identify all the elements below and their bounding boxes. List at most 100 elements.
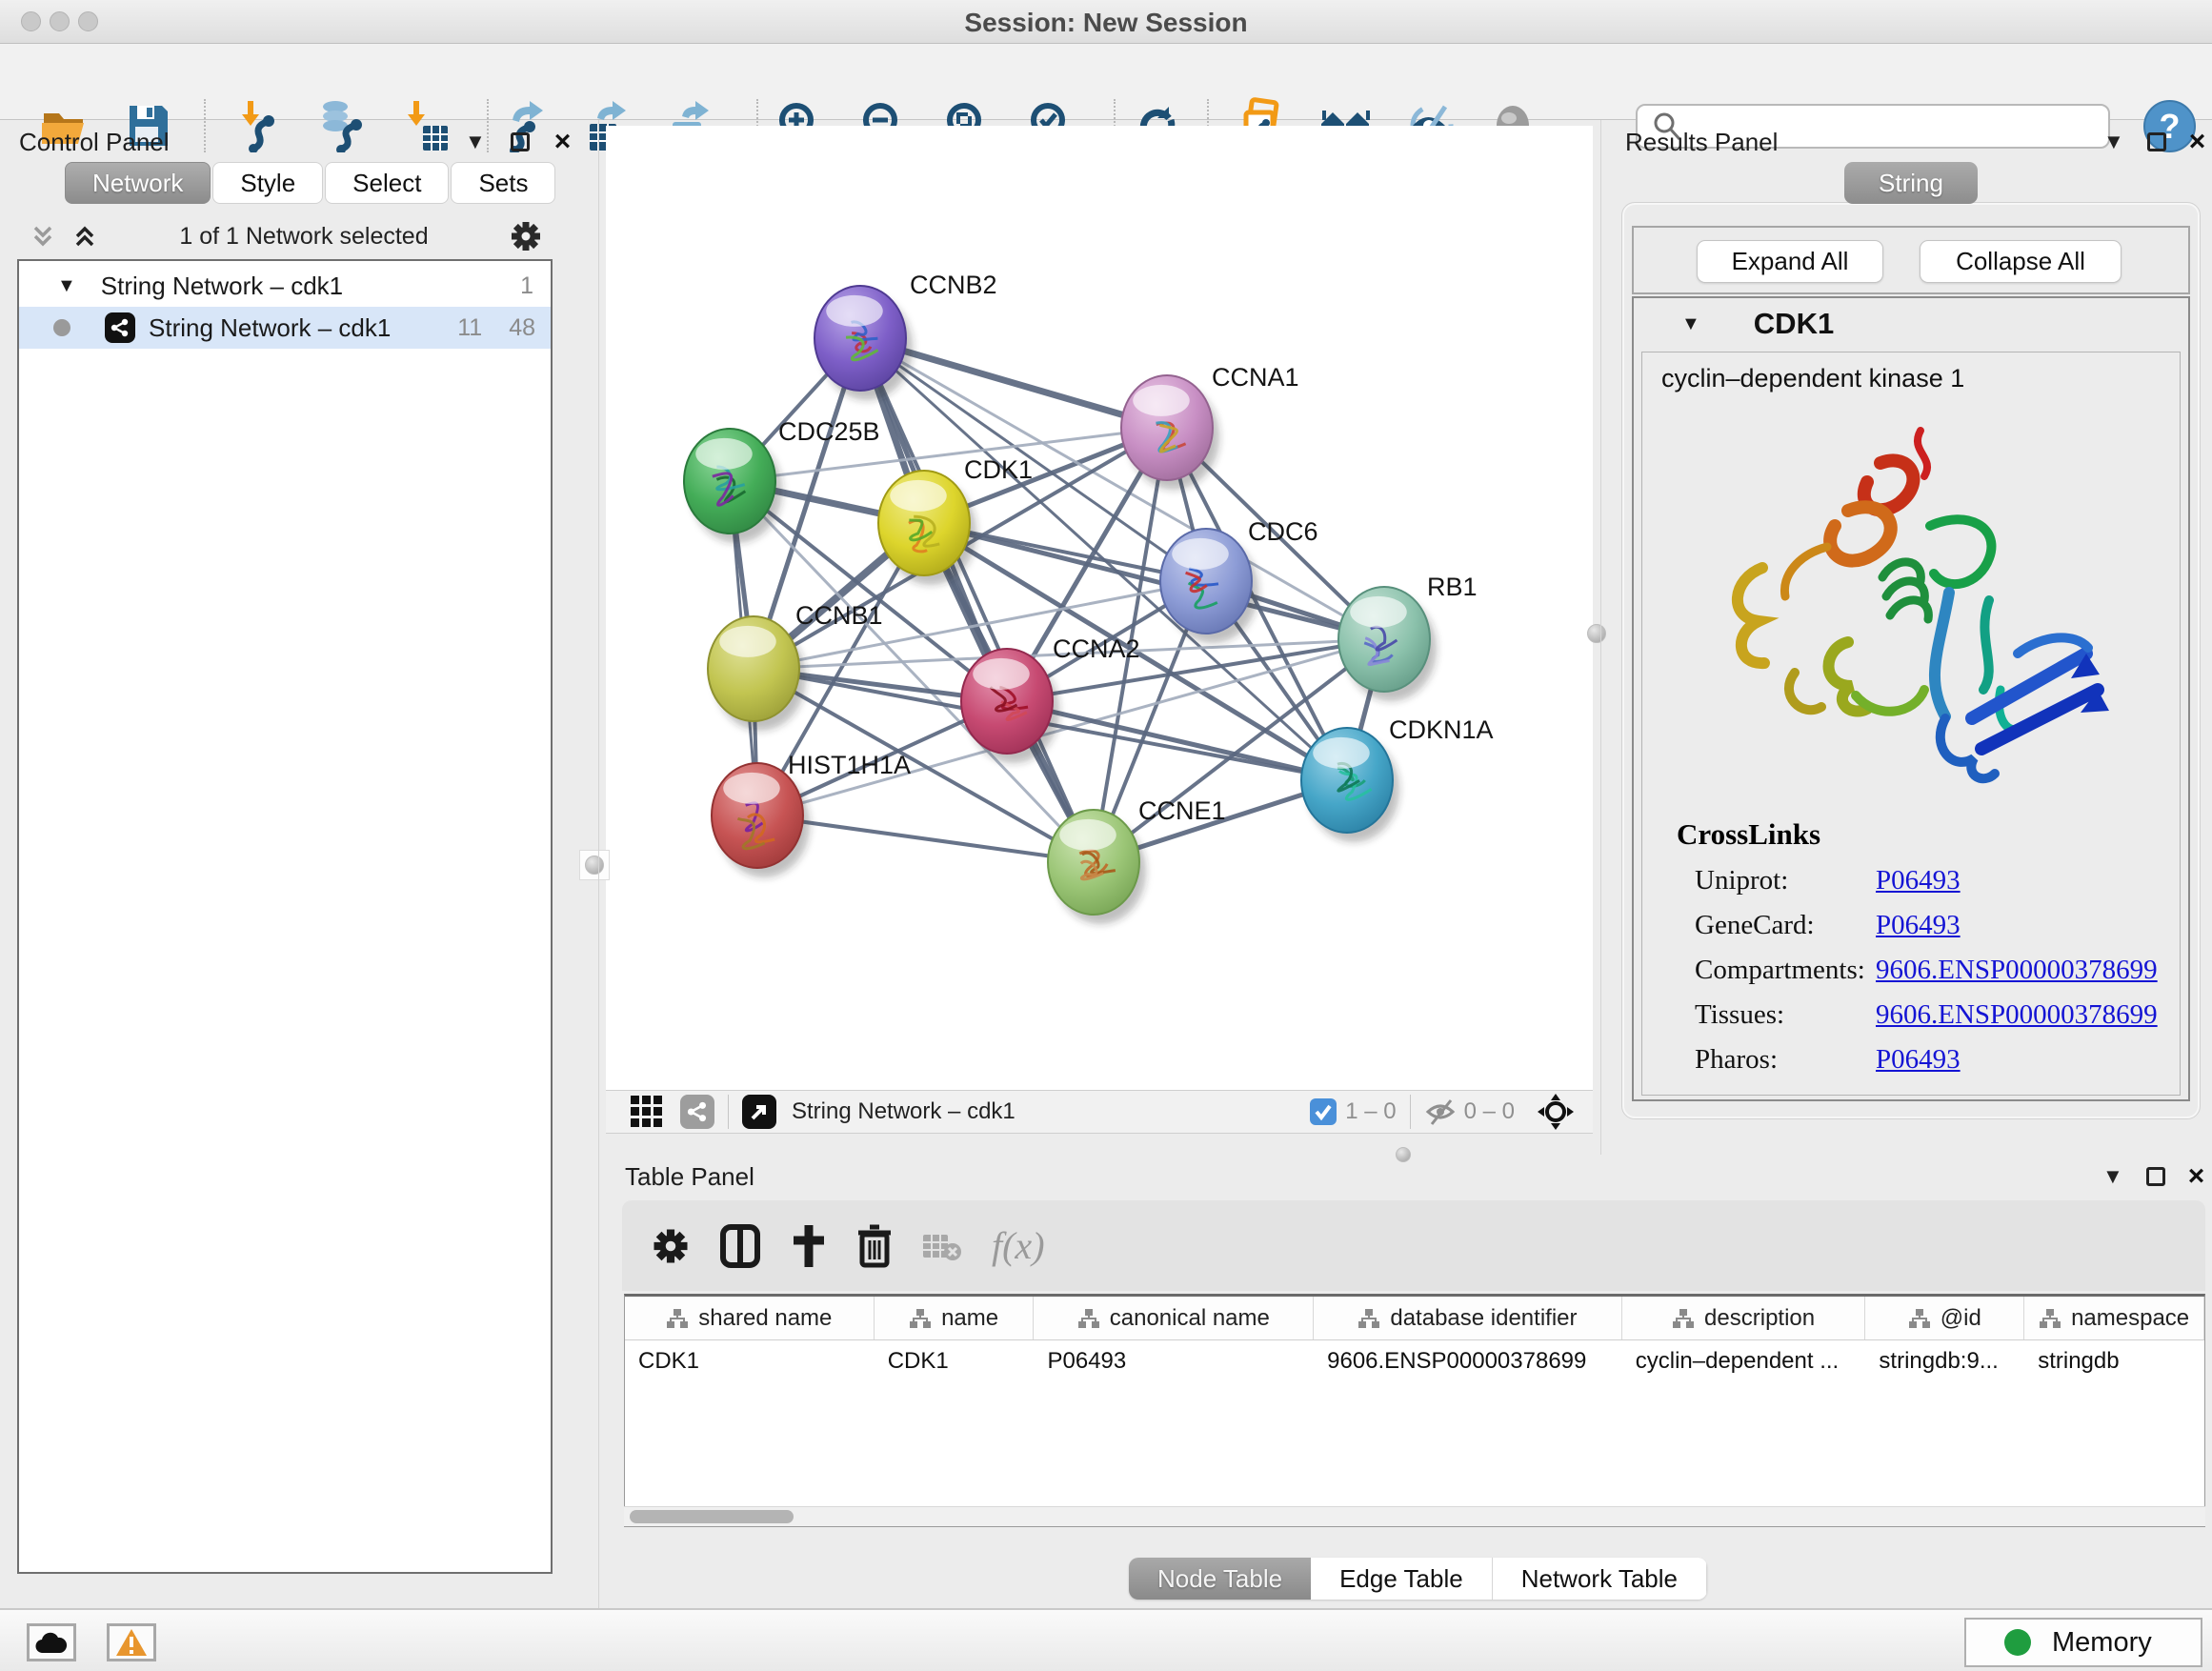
tree-expander-icon[interactable]: ▼ [57,275,76,297]
expand-all-button[interactable]: Expand All [1697,240,1883,283]
vertical-splitter[interactable] [598,120,599,1608]
vertical-splitter[interactable] [1600,120,1601,1155]
results-panel: Results Panel ▼ × String Expand All Coll… [1610,120,2212,1155]
table-type-tabs: Node TableEdge TableNetwork Table [1129,1558,1707,1600]
table-cell[interactable]: stringdb:9... [1865,1340,2024,1382]
column-header-canonical-name[interactable]: canonical name [1034,1297,1314,1339]
table-cell[interactable]: cyclin–dependent ... [1622,1340,1866,1382]
network-row[interactable]: String Network – cdk1 11 48 [19,307,551,349]
crosslink-link[interactable]: 9606.ENSP00000378699 [1876,999,2158,1031]
scrollbar-thumb[interactable] [630,1510,794,1523]
table-panel-menu-icon[interactable]: ▼ [2102,1164,2123,1189]
tab-node-table[interactable]: Node Table [1129,1558,1311,1600]
tab-string[interactable]: String [1844,162,1978,204]
tab-network-table[interactable]: Network Table [1493,1558,1707,1600]
cloud-status-button[interactable] [27,1623,76,1661]
expand-all-chevron-icon[interactable] [70,222,99,251]
control-panel-menu-icon[interactable]: ▼ [465,130,486,154]
protein-collapse-icon[interactable]: ▼ [1681,313,1700,335]
column-header-description[interactable]: description [1622,1297,1866,1339]
string-results-container: Expand All Collapse All ▼ CDK1 cyclin–de… [1621,202,2201,1119]
table-settings-gear-icon[interactable] [651,1226,691,1266]
results-panel-menu-icon[interactable]: ▼ [2103,130,2124,154]
network-view-statusbar: String Network – cdk1 1 – 0 0 – 0 [606,1090,1593,1134]
table-cell[interactable]: stringdb [2024,1340,2204,1382]
crosslink-link[interactable]: P06493 [1876,910,1961,941]
control-panel-tabs: NetworkStyleSelectSets [65,162,557,204]
column-type-icon [2039,1308,2061,1329]
column-header-namespace[interactable]: namespace [2024,1297,2204,1339]
column-type-icon [1672,1308,1695,1329]
tab-style[interactable]: Style [212,162,323,204]
network-status-dot-icon [53,319,70,336]
control-panel-close-icon[interactable]: × [554,132,572,151]
bottom-splitter-handle[interactable] [1396,1147,1411,1162]
node-CDC6[interactable]: CDC6 [1160,517,1318,643]
tab-sets[interactable]: Sets [451,162,555,204]
birds-eye-grid-icon[interactable] [629,1094,665,1130]
node-RB1[interactable]: RB1 [1338,573,1478,701]
network-collection-label: String Network – cdk1 [101,272,343,301]
expand-collapse-box: Expand All Collapse All [1632,226,2190,294]
edge-CCNB2-CCNE1[interactable] [860,338,1094,862]
show-columns-icon[interactable] [719,1223,761,1269]
collapse-all-button[interactable]: Collapse All [1920,240,2122,283]
network-label: String Network – cdk1 [149,313,391,343]
table-horizontal-scrollbar[interactable] [624,1506,2205,1526]
node-label-HIST1H1A: HIST1H1A [788,751,911,779]
column-type-icon [909,1308,932,1329]
hidden-count: 0 – 0 [1464,1098,1515,1125]
table-cell[interactable]: CDK1 [875,1340,1035,1382]
add-row-plus-icon[interactable] [790,1223,828,1269]
network-view-canvas[interactable]: CCNB2CCNA1CDC25BCDK1CDC6RB1CCNB1CCNA2CDK… [606,126,1593,1090]
fit-content-crosshair-icon[interactable] [1536,1092,1576,1132]
table-panel-close-icon[interactable]: × [2188,1167,2205,1186]
column-type-icon [666,1308,689,1329]
control-panel-float-icon[interactable] [511,132,530,151]
app-statusbar: Memory [0,1608,2212,1671]
node-label-CDK1: CDK1 [964,455,1033,484]
tab-select[interactable]: Select [325,162,449,204]
column-header-database-identifier[interactable]: database identifier [1314,1297,1622,1339]
tab-network[interactable]: Network [65,162,211,204]
statusbar-separator [728,1095,729,1129]
network-share-toggle-icon[interactable] [680,1095,714,1129]
collapse-all-chevron-icon[interactable] [29,222,57,251]
table-cell[interactable]: 9606.ENSP00000378699 [1314,1340,1622,1382]
node-CCNB1[interactable]: CCNB1 [708,601,883,731]
delete-trash-icon[interactable] [856,1223,893,1269]
selected-checkbox-icon[interactable] [1309,1097,1337,1126]
node-CCNE1[interactable]: CCNE1 [1048,796,1226,924]
tab-edge-table[interactable]: Edge Table [1311,1558,1493,1600]
results-panel-close-icon[interactable]: × [2189,132,2206,151]
network-collection-row[interactable]: ▼ String Network – cdk1 1 [19,265,551,307]
column-header-name[interactable]: name [875,1297,1035,1339]
right-splitter-handle[interactable] [1587,624,1606,643]
crosslink-link[interactable]: 9606.ENSP00000378699 [1876,955,2158,986]
warnings-button[interactable] [107,1623,156,1661]
open-in-new-window-icon[interactable] [742,1095,776,1129]
crosslink-link[interactable]: P06493 [1876,1044,1961,1076]
table-cell[interactable]: CDK1 [625,1340,875,1382]
crosslink-link[interactable]: P06493 [1876,865,1961,896]
function-builder-icon: f(x) [992,1223,1045,1268]
protein-structure-image [1703,404,2122,804]
node-HIST1H1A[interactable]: HIST1H1A [712,751,911,877]
table-row[interactable]: CDK1CDK1P064939606.ENSP00000378699cyclin… [625,1340,2204,1382]
titlebar: Session: New Session [0,0,2212,44]
node-CDKN1A[interactable]: CDKN1A [1301,715,1494,842]
network-options-gear-icon[interactable] [509,219,543,253]
main-toolbar: ? [0,44,2212,120]
left-splitter-handle[interactable] [579,850,610,880]
results-panel-float-icon[interactable] [2147,132,2166,151]
network-edge-count: 48 [509,314,535,342]
column-header-label: canonical name [1110,1305,1270,1332]
memory-button[interactable]: Memory [1964,1618,2202,1667]
table-cell[interactable]: P06493 [1034,1340,1314,1382]
network-share-icon [105,312,135,343]
hidden-eye-slash-icon[interactable] [1424,1097,1457,1126]
table-panel-float-icon[interactable] [2146,1167,2165,1186]
column-header-label: @id [1941,1305,1981,1332]
column-header-@id[interactable]: @id [1865,1297,2024,1339]
column-header-shared-name[interactable]: shared name [625,1297,875,1339]
